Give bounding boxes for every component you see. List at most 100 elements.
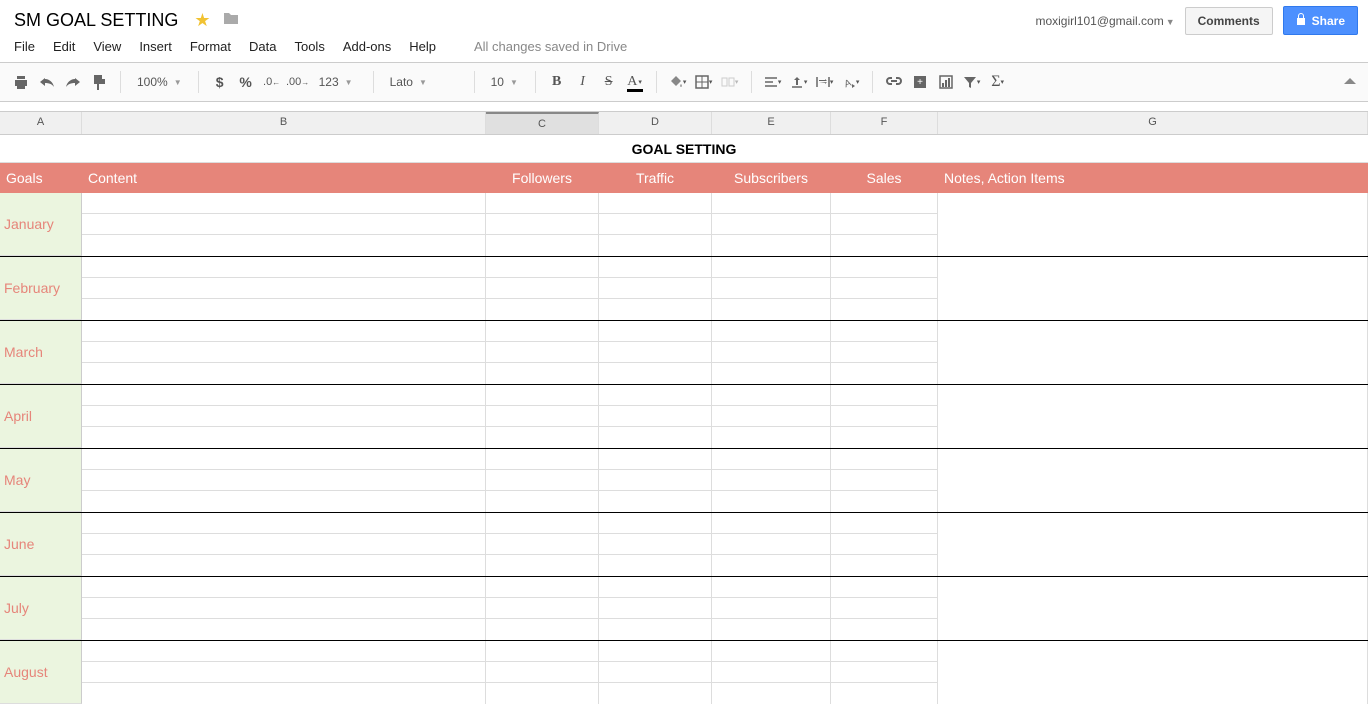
cell[interactable] (831, 321, 938, 342)
cell[interactable] (712, 278, 831, 299)
cell[interactable] (486, 662, 599, 683)
account-email[interactable]: moxigirl101@gmail.com▼ (1035, 13, 1174, 28)
cell[interactable] (831, 491, 938, 512)
cell[interactable] (599, 363, 712, 384)
cell[interactable] (486, 385, 599, 406)
link-icon[interactable] (883, 69, 905, 95)
cell[interactable] (82, 491, 486, 512)
cell[interactable] (712, 619, 831, 640)
cell[interactable] (712, 662, 831, 683)
cell[interactable] (486, 193, 599, 214)
star-icon[interactable]: ★ (194, 10, 210, 31)
cell[interactable] (599, 577, 712, 598)
cell[interactable] (82, 641, 486, 662)
cell[interactable] (599, 427, 712, 448)
cell[interactable] (82, 470, 486, 491)
menu-view[interactable]: View (93, 37, 121, 56)
header-sales[interactable]: Sales (831, 163, 938, 193)
cell[interactable] (599, 534, 712, 555)
cell[interactable] (599, 491, 712, 512)
cell[interactable] (82, 342, 486, 363)
cell[interactable] (82, 235, 486, 256)
month-label[interactable]: August (0, 641, 82, 704)
cell[interactable] (712, 470, 831, 491)
filter-icon[interactable]: ▾ (961, 69, 983, 95)
cell[interactable] (831, 662, 938, 683)
notes-cell[interactable] (938, 385, 1368, 448)
cell[interactable] (486, 619, 599, 640)
collapse-toolbar-icon[interactable] (1342, 73, 1358, 91)
cell[interactable] (712, 534, 831, 555)
share-button[interactable]: Share (1283, 6, 1358, 35)
cell[interactable] (831, 363, 938, 384)
month-label[interactable]: January (0, 193, 82, 256)
month-label[interactable]: February (0, 257, 82, 320)
cell[interactable] (486, 427, 599, 448)
cell[interactable] (599, 683, 712, 704)
cell[interactable] (599, 342, 712, 363)
cell[interactable] (486, 598, 599, 619)
cell[interactable] (82, 662, 486, 683)
font-select[interactable]: Lato▼ (384, 75, 464, 89)
cell[interactable] (712, 214, 831, 235)
header-content[interactable]: Content (82, 163, 486, 193)
text-color-icon[interactable]: A▾ (624, 69, 646, 95)
cell[interactable] (831, 555, 938, 576)
strikethrough-icon[interactable]: S (598, 69, 620, 95)
cell[interactable] (599, 321, 712, 342)
month-label[interactable]: April (0, 385, 82, 448)
menu-insert[interactable]: Insert (139, 37, 172, 56)
cell[interactable] (599, 470, 712, 491)
cell[interactable] (82, 363, 486, 384)
cell[interactable] (831, 683, 938, 704)
cell[interactable] (599, 598, 712, 619)
fill-color-icon[interactable]: ▾ (667, 69, 689, 95)
spreadsheet-grid[interactable]: GOAL SETTING Goals Content Followers Tra… (0, 135, 1368, 704)
cell[interactable] (82, 193, 486, 214)
cell[interactable] (712, 299, 831, 320)
cell[interactable] (831, 619, 938, 640)
cell[interactable] (486, 641, 599, 662)
decrease-decimal-icon[interactable]: .0← (261, 69, 283, 95)
cell[interactable] (486, 321, 599, 342)
cell[interactable] (82, 278, 486, 299)
document-title[interactable]: SM GOAL SETTING (14, 10, 188, 31)
cell[interactable] (831, 214, 938, 235)
notes-cell[interactable] (938, 641, 1368, 704)
menu-data[interactable]: Data (249, 37, 276, 56)
menu-format[interactable]: Format (190, 37, 231, 56)
cell[interactable] (82, 577, 486, 598)
cell[interactable] (712, 491, 831, 512)
column-header-g[interactable]: G (938, 112, 1368, 134)
column-header-a[interactable]: A (0, 112, 82, 134)
undo-icon[interactable] (36, 69, 58, 95)
notes-cell[interactable] (938, 321, 1368, 384)
cell[interactable] (486, 683, 599, 704)
cell[interactable] (599, 641, 712, 662)
menu-tools[interactable]: Tools (294, 37, 324, 56)
cell[interactable] (82, 534, 486, 555)
cell[interactable] (599, 235, 712, 256)
cell[interactable] (712, 683, 831, 704)
cell[interactable] (486, 513, 599, 534)
number-format-select[interactable]: 123▼ (313, 75, 363, 89)
cell[interactable] (599, 555, 712, 576)
menu-help[interactable]: Help (409, 37, 436, 56)
cell[interactable] (831, 641, 938, 662)
comments-button[interactable]: Comments (1185, 7, 1273, 35)
cell[interactable] (82, 406, 486, 427)
cell[interactable] (82, 449, 486, 470)
cell[interactable] (82, 598, 486, 619)
cell[interactable] (712, 598, 831, 619)
borders-icon[interactable]: ▾ (693, 69, 715, 95)
cell[interactable] (712, 513, 831, 534)
cell[interactable] (486, 342, 599, 363)
cell[interactable] (831, 385, 938, 406)
cell[interactable] (486, 363, 599, 384)
cell[interactable] (712, 235, 831, 256)
text-wrap-icon[interactable]: ▾ (814, 69, 836, 95)
print-icon[interactable] (10, 69, 32, 95)
horizontal-align-icon[interactable]: ▾ (762, 69, 784, 95)
cell[interactable] (831, 299, 938, 320)
column-header-d[interactable]: D (599, 112, 712, 134)
